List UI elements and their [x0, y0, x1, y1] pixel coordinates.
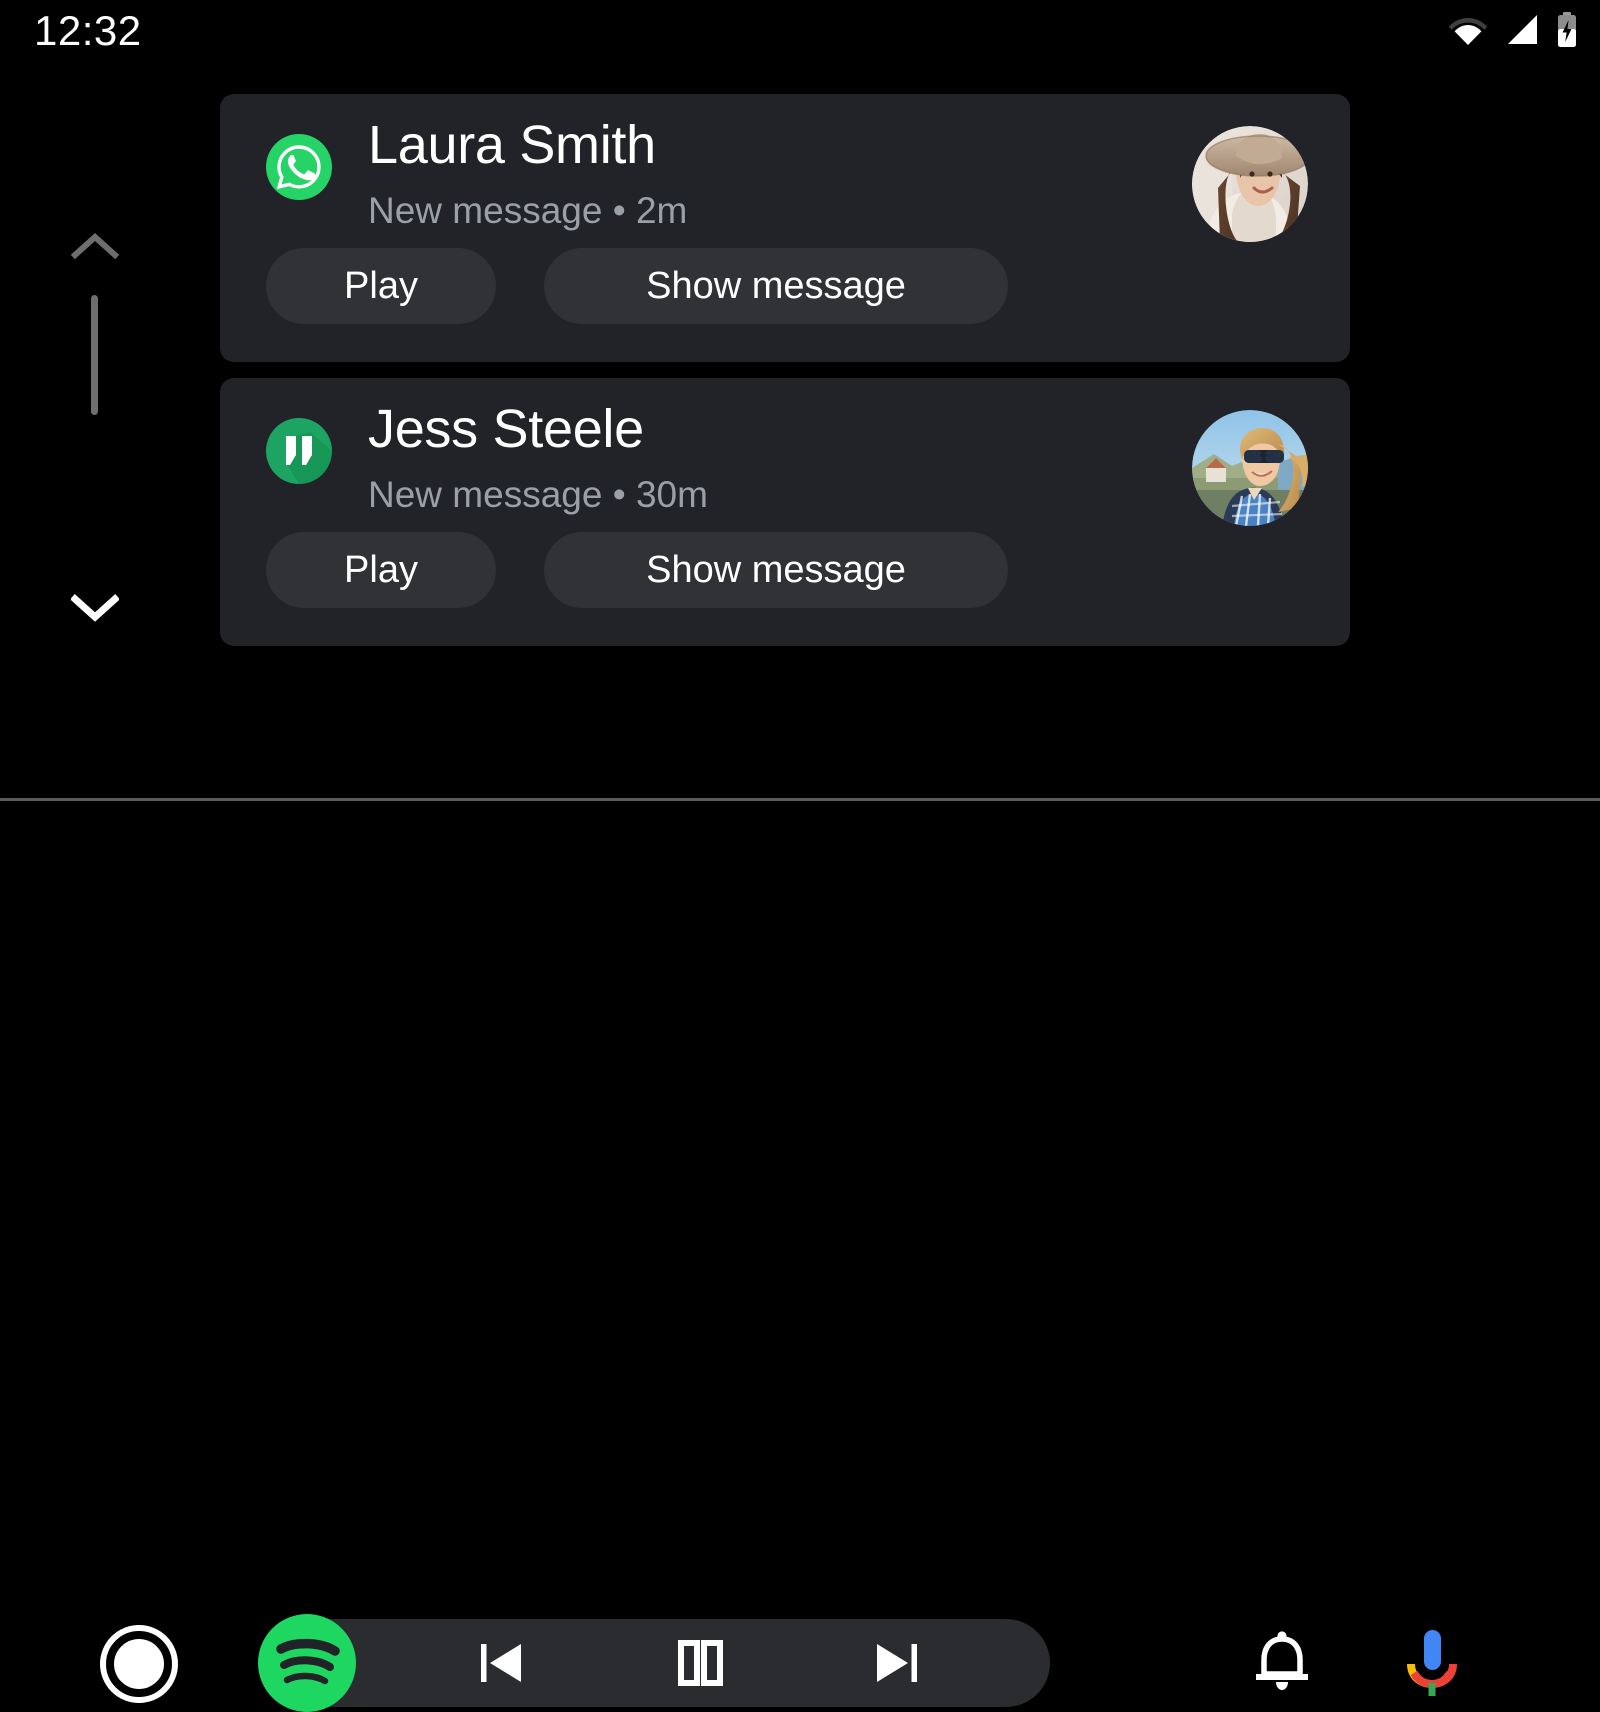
android-auto-notification-screen: 12:32 Laura Smith New message • 2m Play … — [0, 0, 1600, 1712]
scroll-down-button[interactable] — [62, 585, 128, 629]
home-button[interactable] — [100, 1625, 178, 1703]
avatar — [1192, 410, 1308, 526]
notification-header: Laura Smith New message • 2m — [220, 94, 1350, 242]
status-clock: 12:32 — [34, 7, 142, 54]
notification-list: Laura Smith New message • 2m Play Show m… — [220, 94, 1350, 662]
notification-actions: Play Show message — [220, 226, 1350, 362]
status-icon-group — [1448, 12, 1578, 48]
notification-header: Jess Steele New message • 30m — [220, 378, 1350, 526]
next-track-button[interactable] — [856, 1623, 936, 1703]
show-message-button[interactable]: Show message — [544, 248, 1008, 324]
notification-actions: Play Show message — [220, 510, 1350, 646]
play-button[interactable]: Play — [266, 532, 496, 608]
notifications-bell-button[interactable] — [1242, 1623, 1322, 1703]
cell-signal-icon — [1504, 14, 1540, 46]
notification-title: Jess Steele — [368, 399, 644, 459]
show-message-button[interactable]: Show message — [544, 532, 1008, 608]
pause-button[interactable] — [660, 1623, 740, 1703]
hangouts-icon — [266, 418, 332, 484]
status-bar: 12:32 — [0, 0, 1600, 62]
notification-card[interactable]: Laura Smith New message • 2m Play Show m… — [220, 94, 1350, 362]
bottom-navigation-bar — [0, 801, 1600, 1712]
whatsapp-icon — [266, 134, 332, 200]
scroll-rail — [62, 210, 128, 660]
scrollbar-thumb[interactable] — [91, 295, 98, 415]
previous-track-button[interactable] — [462, 1623, 542, 1703]
notification-title: Laura Smith — [368, 115, 656, 175]
battery-charging-icon — [1556, 12, 1578, 48]
scroll-up-button[interactable] — [62, 224, 128, 268]
google-assistant-mic-button[interactable] — [1392, 1621, 1472, 1705]
notification-card[interactable]: Jess Steele New message • 30m Play Show … — [220, 378, 1350, 646]
wifi-icon — [1448, 14, 1488, 46]
spotify-icon[interactable] — [258, 1614, 356, 1712]
avatar — [1192, 126, 1308, 242]
play-button[interactable]: Play — [266, 248, 496, 324]
